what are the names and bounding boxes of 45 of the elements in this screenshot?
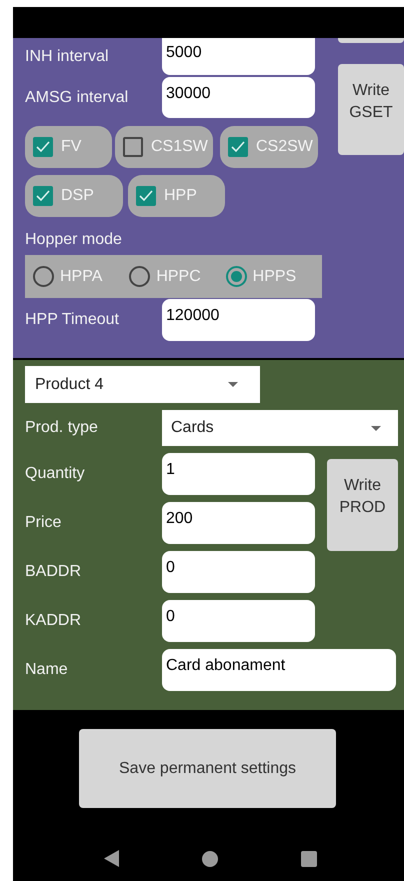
type-dropdown[interactable]: Cards xyxy=(162,410,398,446)
back-icon[interactable] xyxy=(104,850,119,867)
home-icon[interactable] xyxy=(202,850,218,866)
checkbox[interactable] xyxy=(33,137,53,157)
product-dropdown[interactable]: Product 4 xyxy=(25,366,260,403)
write-button[interactable]: Write PROD xyxy=(327,459,398,551)
dropdown-icon xyxy=(228,382,238,387)
checkbox-label: FV xyxy=(61,137,82,157)
text-field[interactable]: 120000 xyxy=(162,299,315,341)
checkbox[interactable] xyxy=(136,186,156,206)
text-field[interactable]: 1 xyxy=(162,453,315,495)
field-label: INH interval xyxy=(25,46,110,66)
text-field[interactable]: 5000 xyxy=(162,38,315,75)
text-field[interactable]: 0 xyxy=(162,551,315,593)
radio-button[interactable] xyxy=(129,266,150,287)
text-field[interactable]: 0 xyxy=(162,600,315,642)
text-field[interactable]: 30000 xyxy=(162,77,315,118)
check-icon xyxy=(36,190,50,202)
radio-button[interactable] xyxy=(226,266,247,287)
write-button[interactable]: Write GSET xyxy=(338,64,404,155)
field-label: HPP Timeout xyxy=(25,310,120,330)
field-label: KADDR xyxy=(25,611,82,631)
checkbox-label: DSP xyxy=(61,186,94,206)
field-label: Quantity xyxy=(25,464,86,484)
field-label: AMSG interval xyxy=(25,88,130,108)
checkbox-label: CS1SW xyxy=(151,137,208,157)
text-field[interactable]: 200 xyxy=(162,502,315,544)
field-label: Name xyxy=(25,660,69,680)
check-icon xyxy=(36,141,50,153)
text-field[interactable]: Card abonament xyxy=(162,649,396,691)
dropdown-icon xyxy=(371,426,381,430)
radio-button[interactable] xyxy=(33,266,54,287)
checkbox[interactable] xyxy=(123,137,143,157)
field-label: Price xyxy=(25,513,62,533)
checkbox-label: CS2SW xyxy=(256,137,313,157)
checkbox[interactable] xyxy=(228,137,248,157)
field-label: BADDR xyxy=(25,562,82,582)
checkbox-label: HPP xyxy=(164,186,197,206)
checkbox[interactable] xyxy=(33,186,53,206)
section-label: Hopper mode xyxy=(25,230,123,250)
check-icon xyxy=(139,190,153,202)
recents-icon[interactable] xyxy=(301,850,317,866)
field-label: Prod. type xyxy=(25,418,99,438)
save-button[interactable]: Save permanent settings xyxy=(79,729,336,808)
check-icon xyxy=(231,141,245,153)
